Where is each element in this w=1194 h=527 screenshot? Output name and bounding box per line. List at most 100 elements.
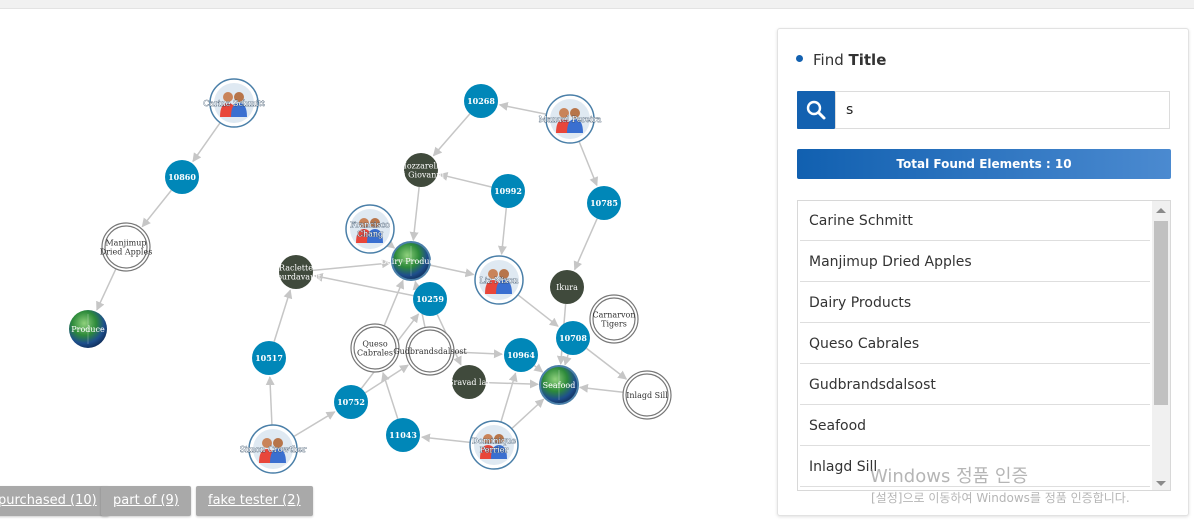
graph-node-n10860[interactable]: 10860 [165,160,199,194]
results-list[interactable]: Carine Schmitt Manjimup Dried Apples Dai… [797,200,1171,491]
filter-purchased-button[interactable]: purchased (10) [0,486,109,516]
graph-node-n10785[interactable]: 10785 [587,186,621,220]
graph-node-label: Inlagd Sill [626,391,668,400]
graph-node-label: 11043 [389,430,417,440]
search-button[interactable] [797,91,835,129]
graph-node-carine[interactable]: Carine Schmitt [203,78,266,128]
graph-node-label: Produce [71,325,105,334]
graph-node-label: Mozzarella di Giovanni [398,162,445,180]
result-item[interactable]: Manjimup Dried Apples [800,242,1150,282]
graph-edge [265,376,275,426]
graph-edge [273,289,293,343]
filter-part-of-button[interactable]: part of (9) [101,486,191,516]
graph-edge [578,140,599,187]
graph-nodes: Carine Schmitt 10860 Manjimup Dried Apples P… [69,78,672,474]
graph-edge [578,383,624,394]
graph-edge [312,259,391,272]
graph-edge [511,398,545,430]
result-item[interactable]: Queso Cabrales [800,324,1150,364]
graph-node-ikura[interactable]: Ikura [550,270,584,304]
graph-node-label: 10860 [168,172,196,182]
search-icon [806,100,826,120]
windows-activation-watermark-text: [설정]으로 이동하여 Windows를 정품 인증합니다. [871,491,1130,505]
graph-node-label: Queso Cabrales [357,340,393,358]
graph-edge [573,218,598,271]
search-input[interactable] [835,91,1170,129]
find-panel: Find Title Total Found Elements : 10 Car… [777,28,1189,516]
graph-edge [432,113,471,157]
graph-node-label: Gravad lax [447,378,491,387]
graph-node-label: 10708 [559,333,587,343]
graph-node-n10992[interactable]: 10992 [491,174,525,208]
graph-edge [562,354,572,366]
graph-node-produce[interactable]: Produce [69,310,107,348]
graph-edge [409,186,420,242]
graph-node-label: Raclette Courdavault [271,264,322,282]
graph-node-n10964[interactable]: 10964 [504,338,538,372]
panel-title-field: Title [848,51,887,69]
total-found-banner: Total Found Elements : 10 [797,149,1171,179]
graph-node-n10708[interactable]: 10708 [556,321,590,355]
graph-node-gravad[interactable]: Gravad lax [447,365,491,399]
graph-node-inlagd[interactable]: Inlagd Sill [622,370,672,420]
graph-node-seafood[interactable]: Seafood [539,365,579,405]
graph-edge [96,268,117,311]
graph-node-label: Carine Schmitt [203,99,265,108]
graph-node-label: 10752 [337,397,365,407]
result-item[interactable]: Dairy Products [800,283,1150,323]
graph-node-n10752[interactable]: 10752 [334,385,368,419]
graph-node-n11043[interactable]: 11043 [386,418,420,452]
result-item[interactable]: Carine Schmitt [800,201,1150,241]
graph-node-label: Gudbrandsdalsost [393,347,467,356]
graph-edge [385,239,396,249]
graph-node-label: Manuel Pereira [539,115,602,124]
graph-edge [141,189,172,228]
results-scrollbar[interactable] [1152,201,1170,490]
graph-node-label: 10964 [507,350,535,360]
graph-edge [420,433,471,444]
graph-node-liz[interactable]: Liz Nixon [474,255,524,305]
result-item[interactable]: Gudbrandsdalsost [800,365,1150,405]
graph-node-francisco[interactable]: Francisco Chang [345,204,395,254]
graph-node-label: 10517 [255,353,283,363]
graph-node-n10259[interactable]: 10259 [413,282,447,316]
scroll-up-arrow-icon[interactable] [1156,208,1166,213]
graph-node-n10268[interactable]: 10268 [464,84,498,118]
graph-node-label: Liz Nixon [480,276,519,285]
graph-edge [586,347,628,380]
bullet-icon [796,55,803,62]
graph-node-label: 10259 [416,294,444,304]
result-item[interactable]: Seafood [800,406,1150,446]
graph-node-label: 10785 [590,198,618,208]
relationship-graph[interactable]: Carine Schmitt 10860 Manjimup Dried Apples P… [0,9,770,479]
graph-node-manjimup[interactable]: Manjimup Dried Apples [100,222,153,272]
graph-node-queso[interactable]: Queso Cabrales [350,323,400,373]
windows-activation-watermark-title: Windows 정품 인증 [870,466,1029,487]
graph-node-label: Manjimup Dried Apples [100,239,153,257]
graph-edge [497,207,508,256]
graph-edge [381,371,399,420]
graph-node-simon[interactable]: Simon Crowther [239,424,307,474]
graph-node-carnarvon[interactable]: Carnarvon Tigers [589,294,639,344]
graph-edge [500,372,518,423]
filter-fake-tester-button[interactable]: fake tester (2) [196,486,313,516]
graph-node-manuel[interactable]: Manuel Pereira [538,94,602,144]
graph-edge [517,294,559,327]
graph-node-label: Ikura [556,283,578,292]
graph-node-label: Seafood [543,381,576,390]
graph-node-n10517[interactable]: 10517 [252,341,286,375]
graph-node-dominique[interactable]: Dominique Perrier [469,420,519,470]
graph-node-mozzarella[interactable]: Mozzarella di Giovanni [398,153,445,187]
graph-node-label: Dairy Products [381,257,442,266]
scrollbar-thumb[interactable] [1154,221,1168,405]
panel-title-prefix: Find [813,51,844,69]
scroll-down-arrow-icon[interactable] [1156,481,1166,486]
graph-edge [485,379,539,389]
graph-node-raclette[interactable]: Raclette Courdavault [271,255,322,289]
graph-edge [533,363,544,373]
graph-node-dairy[interactable]: Dairy Products [381,241,442,281]
graph-edge [293,411,336,438]
graph-edge [429,264,475,278]
graph-edge [438,171,492,188]
graph-edge [498,101,547,115]
